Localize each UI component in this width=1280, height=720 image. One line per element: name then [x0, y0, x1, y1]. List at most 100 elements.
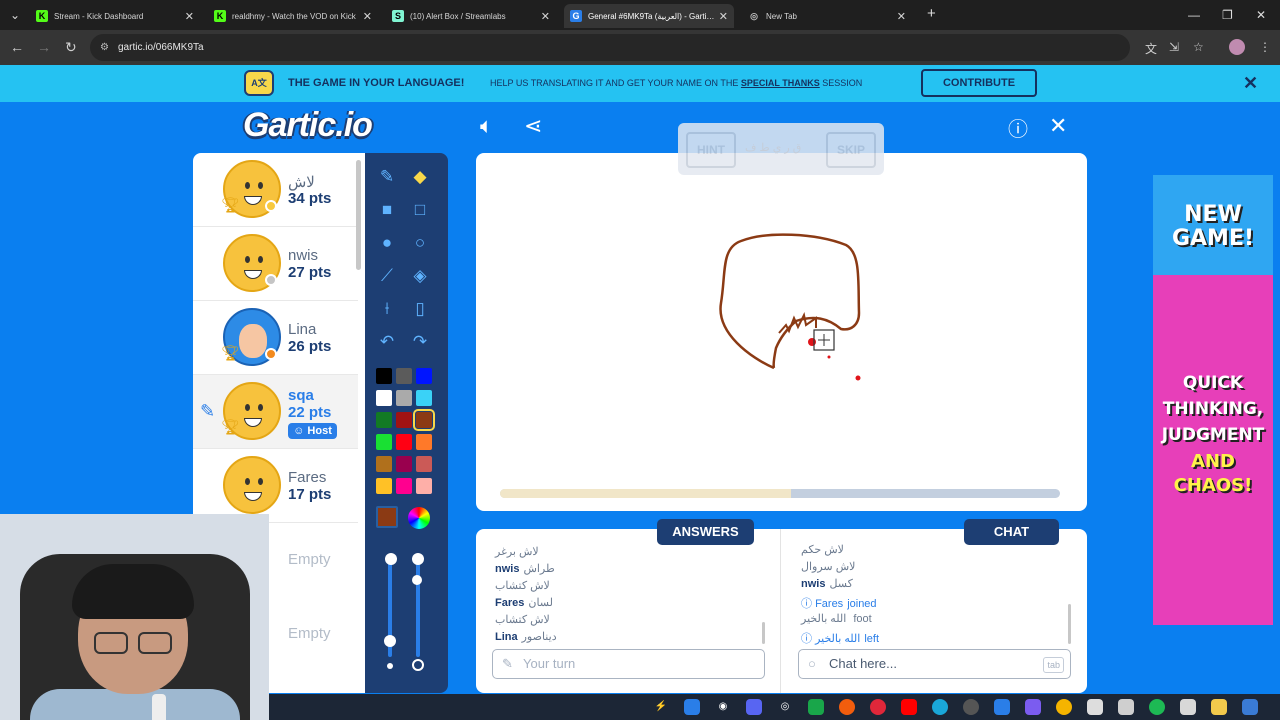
- brush-size-knob-bottom[interactable]: [384, 635, 396, 647]
- color-swatch-yellow[interactable]: [376, 478, 392, 494]
- youtube-icon[interactable]: [901, 699, 917, 715]
- player-row[interactable]: 🏆︎ لاش 34 pts: [193, 153, 358, 227]
- contribute-button[interactable]: CONTRIBUTE: [921, 69, 1037, 97]
- taskbar-app-icon[interactable]: [839, 699, 855, 715]
- player-row[interactable]: Fares 17 pts: [193, 449, 358, 523]
- chrome-icon[interactable]: [1056, 699, 1072, 715]
- close-tab-icon[interactable]: ✕: [719, 10, 728, 23]
- media-player-icon[interactable]: [963, 699, 979, 715]
- color-swatch-cyan[interactable]: [416, 390, 432, 406]
- color-swatch-black[interactable]: [376, 368, 392, 384]
- brush-size-knob[interactable]: [385, 553, 397, 565]
- taskbar-app-icon[interactable]: [1087, 699, 1103, 715]
- color-swatch-rose[interactable]: [416, 456, 432, 472]
- close-banner-icon[interactable]: ✕: [1243, 73, 1258, 94]
- minimize-icon[interactable]: —: [1188, 8, 1200, 22]
- site-info-icon[interactable]: ⚙: [100, 34, 109, 61]
- color-swatch-green[interactable]: [376, 434, 392, 450]
- browser-tab-kick-vod[interactable]: K realdhmy - Watch the VOD on Kick ✕: [208, 4, 378, 28]
- chat-scrollbar[interactable]: [1068, 604, 1071, 644]
- restore-icon[interactable]: ❐: [1222, 8, 1233, 22]
- browser-tab-gartic[interactable]: G General #6MK9Ta (العربية) - Gartic.io …: [564, 4, 734, 28]
- window-close-icon[interactable]: ✕: [1256, 8, 1266, 22]
- answers-scrollbar[interactable]: [762, 622, 765, 644]
- players-scrollbar[interactable]: [356, 160, 361, 270]
- sound-icon[interactable]: 🔈︎: [480, 113, 493, 139]
- taskbar-app-icon[interactable]: [870, 699, 886, 715]
- opacity-knob[interactable]: [412, 575, 422, 585]
- address-bar[interactable]: ⚙ gartic.io/066MK9Ta: [90, 34, 1130, 61]
- steam-icon[interactable]: ◉: [715, 699, 731, 715]
- edge-icon[interactable]: [932, 699, 948, 715]
- filled-rect-tool-icon[interactable]: ■: [374, 197, 400, 223]
- new-page-icon[interactable]: ▯: [407, 296, 433, 322]
- undo-icon[interactable]: ↶: [374, 329, 400, 355]
- close-tab-icon[interactable]: ✕: [541, 10, 550, 23]
- reload-icon[interactable]: ↻: [65, 39, 77, 56]
- filled-circle-tool-icon[interactable]: ●: [374, 230, 400, 256]
- profile-avatar[interactable]: [1229, 39, 1245, 55]
- tab-search-icon[interactable]: ⌄: [10, 8, 20, 22]
- color-swatch-gray[interactable]: [396, 390, 412, 406]
- browser-tab-kick-dashboard[interactable]: K Stream - Kick Dashboard ✕: [30, 4, 200, 28]
- circle-tool-icon[interactable]: ○: [407, 230, 433, 256]
- share-icon[interactable]: ⋖: [524, 113, 542, 139]
- forward-arrow-icon[interactable]: →: [37, 39, 51, 55]
- drawing-canvas[interactable]: [476, 153, 1087, 511]
- player-row-current[interactable]: 🏆︎ sqa 22 pts ☺ Host: [193, 375, 358, 449]
- discord-icon[interactable]: [746, 699, 762, 715]
- chat-input[interactable]: ○ Chat here... tab: [798, 649, 1071, 679]
- more-menu-icon[interactable]: ⋮: [1259, 40, 1271, 54]
- install-app-icon[interactable]: ⇲: [1169, 40, 1179, 54]
- color-swatch-pink[interactable]: [396, 478, 412, 494]
- opacity-slider[interactable]: [416, 557, 420, 657]
- pencil-tool-icon[interactable]: ✎: [374, 164, 400, 190]
- color-swatch-orange[interactable]: [416, 434, 432, 450]
- taskbar-app-icon[interactable]: [1242, 699, 1258, 715]
- opacity-knob-top[interactable]: [412, 553, 424, 565]
- color-swatch-maroon[interactable]: [396, 456, 412, 472]
- file-explorer-icon[interactable]: [1211, 699, 1227, 715]
- obs-icon[interactable]: ◎: [777, 699, 793, 715]
- color-swatch-peach[interactable]: [416, 478, 432, 494]
- color-wheel-icon[interactable]: [408, 507, 430, 529]
- color-swatch-blue[interactable]: [416, 368, 432, 384]
- taskbar-app-icon[interactable]: [808, 699, 824, 715]
- redo-icon[interactable]: ↷: [407, 329, 433, 355]
- close-tab-icon[interactable]: ✕: [897, 10, 906, 23]
- color-swatch-green-dark[interactable]: [376, 412, 392, 428]
- color-swatch-gray-dark[interactable]: [396, 368, 412, 384]
- player-row[interactable]: nwis 27 pts: [193, 227, 358, 301]
- new-tab-plus-icon[interactable]: +: [927, 5, 936, 22]
- spotify-icon[interactable]: [1149, 699, 1165, 715]
- line-tool-icon[interactable]: ⟋: [374, 263, 400, 289]
- taskbar-app-icon[interactable]: [684, 699, 700, 715]
- bookmark-star-icon[interactable]: ☆: [1193, 40, 1204, 54]
- taskbar-app-icon[interactable]: ⚡: [653, 699, 669, 715]
- eraser-tool-icon[interactable]: ◆: [407, 164, 433, 190]
- info-icon[interactable]: ⓘ: [1008, 113, 1028, 142]
- color-swatch-ochre[interactable]: [376, 456, 392, 472]
- eyedropper-icon[interactable]: ⟊: [374, 296, 400, 322]
- color-swatch-brown[interactable]: [413, 409, 435, 431]
- color-swatch-red[interactable]: [396, 434, 412, 450]
- exit-game-icon[interactable]: ✕: [1049, 113, 1067, 139]
- advertisement[interactable]: NEW GAME! QUICK THINKING, JUDGMENT AND C…: [1153, 175, 1273, 625]
- player-row[interactable]: 🏆︎ Lina 26 pts: [193, 301, 358, 375]
- taskbar-app-icon[interactable]: [994, 699, 1010, 715]
- special-thanks-link[interactable]: SPECIAL THANKS: [741, 78, 820, 88]
- browser-tab-streamlabs[interactable]: S (10) Alert Box / Streamlabs ✕: [386, 4, 556, 28]
- browser-tab-new-tab[interactable]: ◎ New Tab ✕: [742, 4, 912, 28]
- color-swatch-red-dark[interactable]: [396, 412, 412, 428]
- close-tab-icon[interactable]: ✕: [185, 10, 194, 23]
- back-arrow-icon[interactable]: ←: [10, 39, 24, 55]
- translate-icon[interactable]: 文: [1145, 40, 1157, 57]
- taskbar-app-icon[interactable]: [1118, 699, 1134, 715]
- hint-button[interactable]: HINT: [686, 132, 736, 168]
- skip-button[interactable]: SKIP: [826, 132, 876, 168]
- color-swatch-white[interactable]: [376, 390, 392, 406]
- fill-bucket-icon[interactable]: ◈: [407, 263, 433, 289]
- taskbar-app-icon[interactable]: [1025, 699, 1041, 715]
- rect-tool-icon[interactable]: □: [407, 197, 433, 223]
- taskbar-app-icon[interactable]: [1180, 699, 1196, 715]
